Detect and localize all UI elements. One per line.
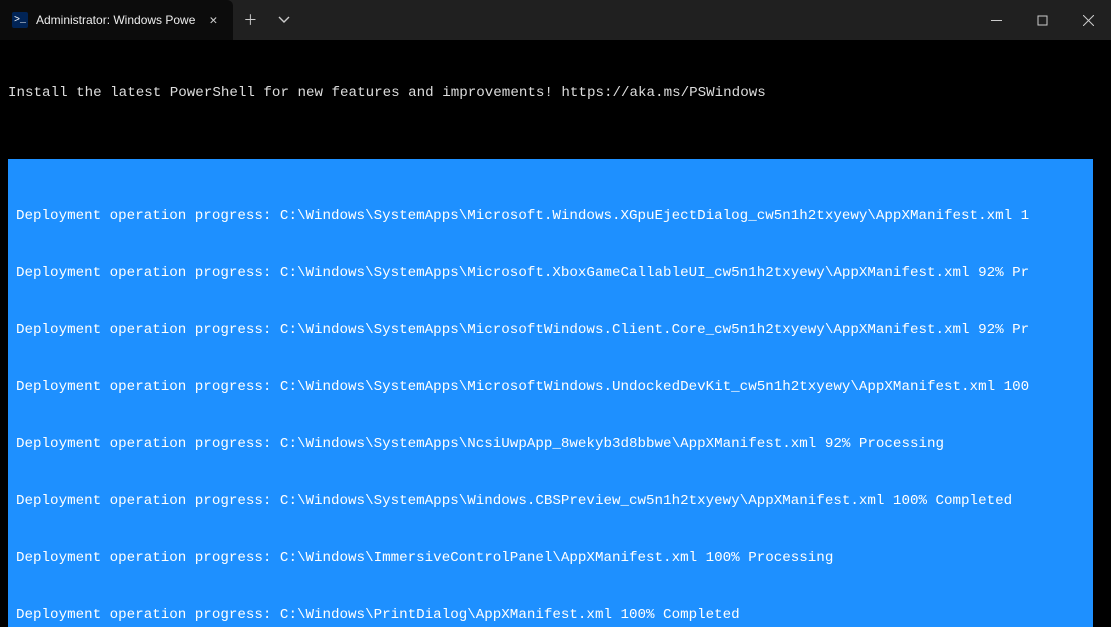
- terminal-output[interactable]: Install the latest PowerShell for new fe…: [0, 40, 1111, 627]
- progress-line: Deployment operation progress: C:\Window…: [16, 606, 1087, 625]
- progress-line: Deployment operation progress: C:\Window…: [16, 378, 1087, 397]
- close-tab-icon[interactable]: ✕: [203, 10, 223, 30]
- progress-line: Deployment operation progress: C:\Window…: [16, 435, 1087, 454]
- tab-title: Administrator: Windows Powe: [36, 13, 195, 27]
- titlebar: >_ Administrator: Windows Powe ✕ ＋: [0, 0, 1111, 40]
- maximize-button[interactable]: [1019, 0, 1065, 40]
- new-tab-button[interactable]: ＋: [233, 0, 267, 40]
- tab-powershell[interactable]: >_ Administrator: Windows Powe ✕: [0, 0, 233, 40]
- close-window-button[interactable]: [1065, 0, 1111, 40]
- progress-line: Deployment operation progress: C:\Window…: [16, 264, 1087, 283]
- deployment-progress-block: Deployment operation progress: C:\Window…: [8, 159, 1093, 627]
- progress-line: Deployment operation progress: C:\Window…: [16, 321, 1087, 340]
- progress-line: Deployment operation progress: C:\Window…: [16, 207, 1087, 226]
- minimize-button[interactable]: [973, 0, 1019, 40]
- tab-dropdown-button[interactable]: [267, 0, 301, 40]
- intro-line: Install the latest PowerShell for new fe…: [8, 84, 1103, 103]
- progress-line: Deployment operation progress: C:\Window…: [16, 492, 1087, 511]
- powershell-icon: >_: [12, 12, 28, 28]
- titlebar-drag-area[interactable]: [301, 0, 973, 40]
- progress-line: Deployment operation progress: C:\Window…: [16, 549, 1087, 568]
